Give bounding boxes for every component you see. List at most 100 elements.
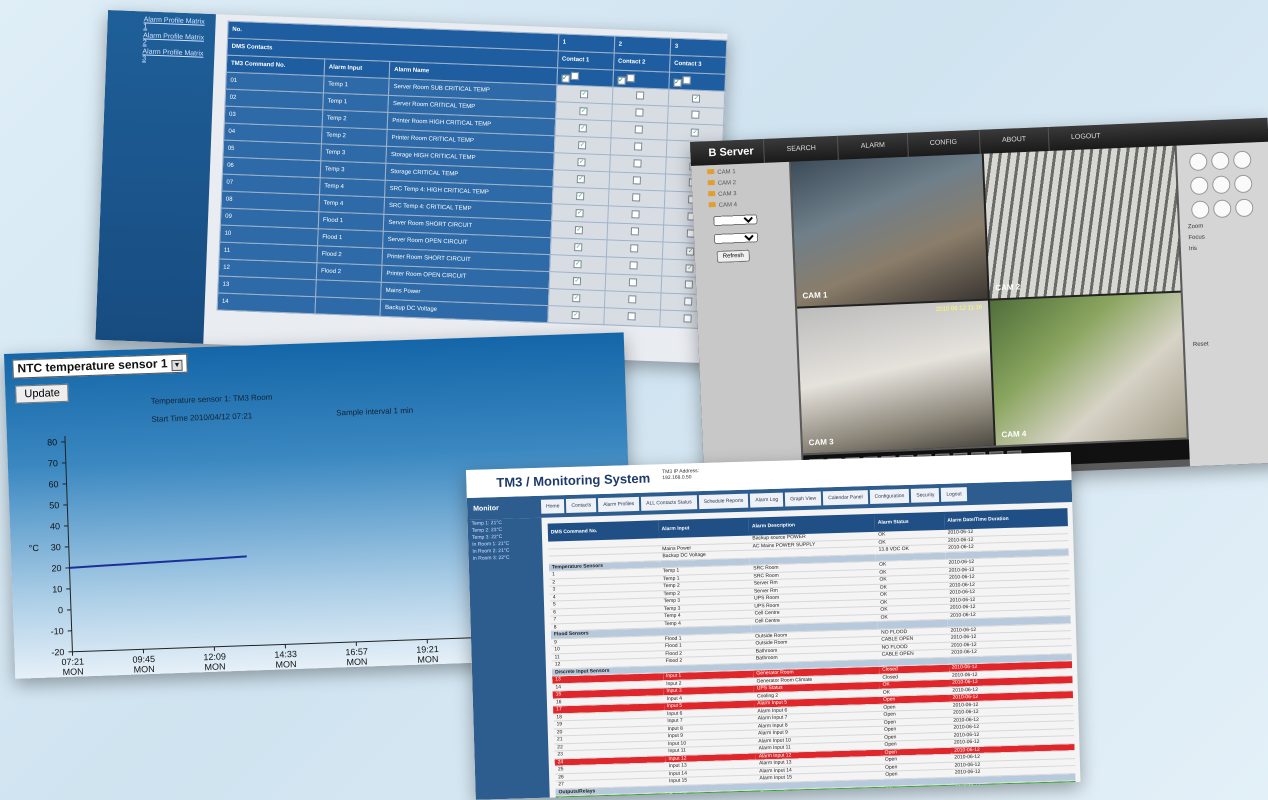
nav-about[interactable]: ABOUT — [978, 127, 1049, 154]
ptz-down-left-button[interactable] — [1190, 200, 1210, 220]
checkbox[interactable] — [632, 176, 642, 185]
matrix-all-toggle-1[interactable]: ✓ — [556, 67, 614, 87]
checked-checkbox[interactable]: ✓ — [573, 260, 582, 269]
nav-config[interactable]: CONFIG — [906, 129, 980, 157]
camera-feed[interactable]: CAM 2 — [983, 145, 1181, 299]
checkbox[interactable] — [629, 261, 638, 270]
table-cell: ON — [882, 784, 953, 794]
checked-checkbox[interactable]: ✓ — [574, 226, 584, 235]
checkbox[interactable] — [630, 227, 640, 236]
menu-item[interactable]: Contacts — [566, 498, 597, 514]
checked-checkbox[interactable]: ✓ — [580, 90, 589, 99]
matrix-checkbox-cell — [608, 171, 666, 192]
camera-list-item[interactable]: CAM 2 — [707, 177, 790, 187]
camera-list-label: CAM 2 — [717, 180, 737, 187]
checkbox[interactable] — [627, 312, 637, 321]
checkbox[interactable] — [635, 108, 644, 117]
checked-checkbox[interactable]: ✓ — [686, 247, 695, 256]
menu-item[interactable]: Alarm Profiles — [597, 496, 640, 513]
camera-list-panel: CAM 1 CAM 2 CAM 3 CAM 4 Refresh — [691, 161, 803, 487]
ptz-home-button[interactable] — [1211, 175, 1231, 195]
nav-search[interactable]: SEARCH — [763, 135, 839, 163]
checkbox[interactable] — [628, 295, 637, 304]
matrix-checkbox-cell — [603, 307, 661, 327]
refresh-button[interactable]: Refresh — [716, 249, 751, 263]
checked-checkbox[interactable]: ✓ — [572, 277, 582, 286]
ptz-down-button[interactable] — [1212, 199, 1232, 219]
y-tick-label: 10 — [52, 584, 62, 594]
menu-item[interactable]: Calendar Panel — [822, 490, 868, 506]
checked-checkbox[interactable]: ✓ — [574, 243, 583, 252]
checked-checkbox[interactable]: ✓ — [685, 264, 695, 273]
matrix-contact-1: Contact 1 — [557, 50, 614, 70]
menu-item[interactable]: Graph View — [784, 491, 822, 507]
matrix-checkbox-cell — [611, 103, 669, 124]
nav-logout[interactable]: LOGOUT — [1047, 123, 1124, 151]
checkbox[interactable] — [685, 280, 694, 289]
matrix-checkbox-cell — [604, 290, 661, 310]
matrix-all-toggle-3[interactable]: ✓ — [668, 72, 726, 92]
alarm-profile-link[interactable]: Alarm Profile Matrix 3 — [136, 47, 215, 66]
ptz-right-button[interactable] — [1233, 174, 1253, 194]
camera-list-item[interactable]: CAM 1 — [707, 166, 789, 176]
checkbox[interactable] — [630, 244, 639, 253]
checked-checkbox[interactable]: ✓ — [575, 209, 584, 218]
checked-checkbox[interactable]: ✓ — [578, 141, 587, 150]
dropdown-arrow-icon: ▼ — [171, 359, 183, 372]
matrix-all-toggle-2[interactable]: ✓ — [612, 69, 670, 90]
ptz-up-left-button[interactable] — [1188, 152, 1208, 172]
column-header: Alarm Status — [874, 511, 945, 532]
matrix-cell-no: 14 — [217, 292, 316, 314]
camera-feed[interactable]: CAM 4 — [989, 292, 1187, 446]
ptz-up-button[interactable] — [1210, 151, 1230, 171]
checked-checkbox[interactable]: ✓ — [571, 311, 580, 320]
camera-list-item[interactable]: CAM 3 — [708, 188, 790, 198]
menu-item[interactable]: Home — [540, 499, 565, 514]
matrix-checkbox-cell: ✓ — [666, 123, 724, 143]
menu-item[interactable]: Schedule Reports — [698, 493, 749, 510]
ptz-reset-button[interactable]: Reset — [1193, 339, 1268, 348]
checkbox[interactable] — [684, 297, 693, 306]
layout-select[interactable] — [713, 232, 759, 245]
menu-item[interactable]: Alarm Log — [750, 492, 784, 508]
ptz-down-right-button[interactable] — [1234, 198, 1254, 218]
camera-list-label: CAM 1 — [717, 169, 736, 176]
x-tick-day: MON — [346, 657, 367, 668]
camera-list-item[interactable]: CAM 4 — [708, 199, 791, 209]
menu-item[interactable]: Security — [911, 487, 940, 503]
matrix-checkbox-cell: ✓ — [553, 135, 611, 155]
checked-checkbox[interactable]: ✓ — [690, 128, 700, 137]
checked-checkbox[interactable]: ✓ — [576, 175, 586, 184]
checked-checkbox[interactable]: ✓ — [692, 94, 701, 103]
checked-checkbox[interactable]: ✓ — [576, 192, 585, 201]
checkbox[interactable] — [629, 278, 638, 287]
checkbox[interactable] — [633, 159, 642, 168]
matrix-col-3: 3 — [669, 38, 727, 58]
ptz-up-right-button[interactable] — [1232, 150, 1252, 170]
x-tick-day: MON — [275, 659, 296, 670]
checkbox[interactable] — [683, 314, 693, 323]
checkbox[interactable] — [631, 210, 640, 219]
checked-checkbox[interactable]: ✓ — [578, 124, 588, 133]
stream-select[interactable] — [713, 214, 758, 227]
nav-alarm[interactable]: ALARM — [837, 132, 908, 160]
checkbox[interactable] — [636, 91, 645, 100]
checked-checkbox[interactable]: ✓ — [577, 158, 586, 167]
menu-item[interactable]: Configuration — [869, 488, 910, 505]
ptz-zoom-label: Zoom — [1187, 223, 1204, 231]
y-tick-label: -20 — [51, 647, 64, 657]
update-button[interactable]: Update — [15, 383, 70, 404]
checkbox[interactable] — [634, 125, 644, 134]
y-tick-label: -10 — [51, 626, 64, 636]
camera-feed[interactable]: 2010 06 12 11:16 CAM 3 — [797, 300, 994, 454]
menu-item[interactable]: ALL Contacts Status — [641, 495, 697, 511]
checked-checkbox[interactable]: ✓ — [572, 294, 581, 303]
checked-checkbox[interactable]: ✓ — [579, 107, 588, 116]
checkbox[interactable] — [634, 142, 643, 151]
camera-feed[interactable]: CAM 1 — [790, 153, 988, 307]
checkbox[interactable] — [632, 193, 641, 202]
checkbox[interactable] — [691, 110, 700, 119]
menu-item[interactable]: Logout — [941, 487, 967, 502]
y-axis-label: °C — [29, 543, 40, 553]
ptz-left-button[interactable] — [1189, 176, 1209, 196]
